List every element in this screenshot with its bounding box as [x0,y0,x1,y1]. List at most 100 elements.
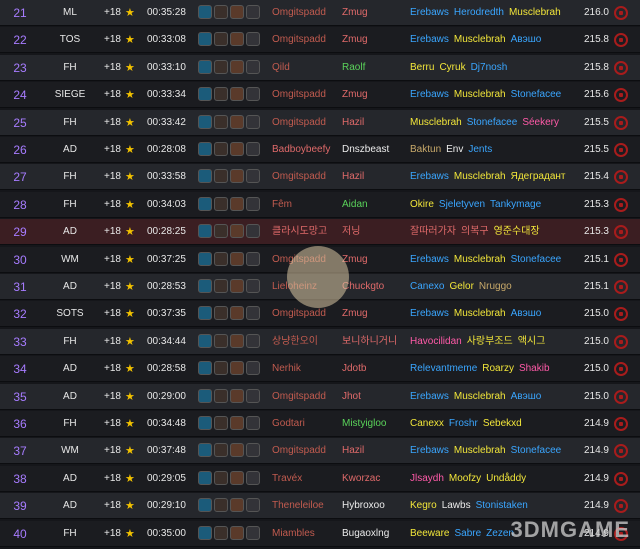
affix-icon[interactable] [230,389,244,403]
player-healer[interactable]: Raolf [342,55,365,81]
player-dps[interactable]: Nruggo [479,281,512,292]
table-row[interactable]: 37 WM +18 ★ 00:37:48 Omgitspadd Hazil Erebaws Mu… [0,438,640,464]
table-row[interactable]: 38 AD +18 ★ 00:29:05 Travéx Kworzac Jlsaydh Moof… [0,466,640,492]
player-dps[interactable]: Aвэшо [511,308,542,319]
player-healer[interactable]: Zmug [342,301,368,327]
player-dps[interactable]: Shakib [519,363,550,374]
affix-icon[interactable] [198,252,212,266]
player-tank[interactable]: Nerhik [272,356,301,382]
affix-icon[interactable] [214,389,228,403]
table-row[interactable]: 34 AD +18 ★ 00:28:58 Nerhik Jdotb Relevantmeme R… [0,356,640,382]
player-healer[interactable]: Dnszbeast [342,137,389,163]
player-dps[interactable]: Stonistaken [476,500,528,511]
player-dps[interactable]: Stonefacee [511,445,562,456]
table-row[interactable]: 33 FH +18 ★ 00:34:44 상냥한오이 보니하니거니 Havocilidan 사랑… [0,329,640,355]
affix-icon[interactable] [214,279,228,293]
player-tank[interactable]: 클라시도망고 [272,219,327,245]
player-tank[interactable]: Omgitspadd [272,0,326,26]
player-dps[interactable]: Tankymage [490,199,541,210]
affix-icon[interactable] [198,389,212,403]
player-dps[interactable]: Jents [468,144,492,155]
affix-icon[interactable] [230,306,244,320]
affix-icon[interactable] [198,306,212,320]
affix-icon[interactable] [230,361,244,375]
affix-icon[interactable] [246,169,260,183]
affix-icon[interactable] [198,5,212,19]
player-dps[interactable]: Erebaws [410,7,449,18]
player-healer[interactable]: Aidan [342,192,368,218]
player-healer[interactable]: Jhot [342,384,361,410]
affix-icon[interactable] [214,361,228,375]
affix-icon[interactable] [214,416,228,430]
affix-icon[interactable] [230,5,244,19]
affix-icon[interactable] [246,224,260,238]
player-healer[interactable]: Zmug [342,82,368,108]
player-tank[interactable]: 상냥한오이 [272,329,318,355]
player-healer[interactable]: Mistyigloo [342,411,386,437]
table-row[interactable]: 24 SIEGE +18 ★ 00:33:34 Omgitspadd Zmug Erebaws… [0,82,640,108]
player-healer[interactable]: Bugaoxlng [342,521,389,547]
player-dps[interactable]: Berru [410,62,434,73]
affix-icon[interactable] [198,32,212,46]
affix-icon[interactable] [214,471,228,485]
affix-icon[interactable] [246,252,260,266]
affix-icon[interactable] [230,169,244,183]
player-healer[interactable]: 저닝 [342,219,360,245]
affix-icon[interactable] [230,526,244,540]
player-dps[interactable]: 의복구 [461,226,489,237]
table-row[interactable]: 25 FH +18 ★ 00:33:42 Omgitspadd Hazil Musclebra… [0,110,640,136]
affix-icon[interactable] [230,115,244,129]
player-dps[interactable]: Sebekxd [483,418,522,429]
player-dps[interactable]: Canexo [410,281,444,292]
player-dps[interactable]: Musclebrah [454,445,506,456]
affix-icon[interactable] [198,416,212,430]
affix-icon[interactable] [198,526,212,540]
player-healer[interactable]: Hazil [342,438,364,464]
player-dps[interactable]: Herodredth [454,7,504,18]
player-dps[interactable]: 잘따러가자 [410,226,456,237]
affix-icon[interactable] [246,334,260,348]
player-dps[interactable]: Baktun [410,144,441,155]
player-dps[interactable]: Stonefacee [511,254,562,265]
player-tank[interactable]: Omgitspadd [272,384,326,410]
player-dps[interactable]: Séekery [522,117,559,128]
affix-icon[interactable] [230,334,244,348]
affix-icon[interactable] [214,5,228,19]
player-dps[interactable]: 사랑부조드 [467,336,513,347]
player-dps[interactable]: Musclebrah [509,7,561,18]
affix-icon[interactable] [214,306,228,320]
player-dps[interactable]: Env [446,144,463,155]
affix-icon[interactable] [246,416,260,430]
affix-icon[interactable] [214,498,228,512]
affix-icon[interactable] [198,279,212,293]
player-tank[interactable]: Godtari [272,411,305,437]
player-tank[interactable]: Theneleiloe [272,493,324,519]
affix-icon[interactable] [198,60,212,74]
player-tank[interactable]: Badboybeefy [272,137,330,163]
player-healer[interactable]: 보니하니거니 [342,329,397,355]
affix-icon[interactable] [230,32,244,46]
player-dps[interactable]: Undåddy [486,473,526,484]
player-dps[interactable]: 영준수대장 [494,226,540,237]
player-dps[interactable]: Erebaws [410,34,449,45]
affix-icon[interactable] [214,252,228,266]
affix-icon[interactable] [230,498,244,512]
affix-icon[interactable] [198,224,212,238]
player-dps[interactable]: Musclebrah [454,254,506,265]
player-dps[interactable]: Moofzy [449,473,481,484]
affix-icon[interactable] [246,498,260,512]
player-dps[interactable]: Jlsaydh [410,473,444,484]
player-dps[interactable]: Gelor [449,281,473,292]
table-row[interactable]: 36 FH +18 ★ 00:34:48 Godtari Mistyigloo Canexx F… [0,411,640,437]
player-tank[interactable]: Travéx [272,466,302,492]
player-dps[interactable]: 액시그 [518,336,546,347]
affix-icon[interactable] [198,334,212,348]
player-dps[interactable]: Sjeletyven [439,199,485,210]
player-tank[interactable]: Miambles [272,521,315,547]
player-tank[interactable]: Qild [272,55,290,81]
player-dps[interactable]: Erebaws [410,89,449,100]
affix-icon[interactable] [230,87,244,101]
affix-icon[interactable] [246,115,260,129]
affix-icon[interactable] [246,306,260,320]
player-dps[interactable]: Ядеградант [511,171,566,182]
